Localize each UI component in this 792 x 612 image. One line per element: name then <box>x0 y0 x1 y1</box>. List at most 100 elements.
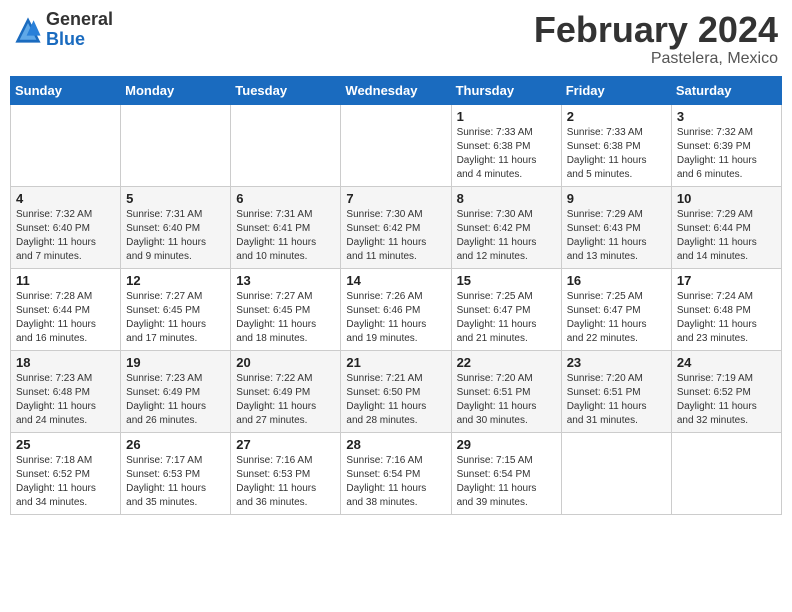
logo: General Blue <box>14 10 113 50</box>
day-info: Sunrise: 7:31 AM Sunset: 6:41 PM Dayligh… <box>236 208 335 264</box>
calendar-cell <box>121 104 231 186</box>
calendar-cell: 21Sunrise: 7:21 AM Sunset: 6:50 PM Dayli… <box>341 350 451 432</box>
day-number: 8 <box>457 191 556 206</box>
weekday-header-friday: Friday <box>561 76 671 104</box>
day-number: 15 <box>457 273 556 288</box>
day-number: 11 <box>16 273 115 288</box>
calendar-week-1: 1 Sunrise: 7:33 AM Sunset: 6:38 PM Daylig… <box>11 104 782 186</box>
calendar-cell <box>231 104 341 186</box>
day-info: Sunrise: 7:27 AM Sunset: 6:45 PM Dayligh… <box>126 290 225 346</box>
day-info: Sunrise: 7:18 AM Sunset: 6:52 PM Dayligh… <box>16 454 115 510</box>
logo-blue-text: Blue <box>46 30 113 50</box>
calendar-cell: 6 Sunrise: 7:31 AM Sunset: 6:41 PM Daylig… <box>231 186 341 268</box>
calendar-cell: 18 Sunrise: 7:23 AM Sunset: 6:48 PM Dayli… <box>11 350 121 432</box>
day-number: 26 <box>126 437 225 452</box>
day-info: Sunrise: 7:15 AM Sunset: 6:54 PM Dayligh… <box>457 454 556 510</box>
day-number: 22 <box>457 355 556 370</box>
day-info: Sunrise: 7:17 AM Sunset: 6:53 PM Dayligh… <box>126 454 225 510</box>
calendar-cell <box>671 432 781 514</box>
day-info: Sunrise: 7:26 AM Sunset: 6:46 PM Dayligh… <box>346 290 445 346</box>
day-info: Sunrise: 7:31 AM Sunset: 6:40 PM Dayligh… <box>126 208 225 264</box>
calendar-cell: 10 Sunrise: 7:29 AM Sunset: 6:44 PM Dayli… <box>671 186 781 268</box>
day-number: 17 <box>677 273 776 288</box>
day-number: 24 <box>677 355 776 370</box>
calendar-cell: 5 Sunrise: 7:31 AM Sunset: 6:40 PM Daylig… <box>121 186 231 268</box>
day-number: 12 <box>126 273 225 288</box>
day-info: Sunrise: 7:25 AM Sunset: 6:47 PM Dayligh… <box>567 290 666 346</box>
calendar-cell: 3Sunrise: 7:32 AM Sunset: 6:39 PM Daylig… <box>671 104 781 186</box>
day-number: 1 <box>457 109 556 124</box>
calendar-cell: 15Sunrise: 7:25 AM Sunset: 6:47 PM Dayli… <box>451 268 561 350</box>
calendar-table: SundayMondayTuesdayWednesdayThursdayFrid… <box>10 76 782 515</box>
day-number: 29 <box>457 437 556 452</box>
weekday-header-monday: Monday <box>121 76 231 104</box>
day-number: 21 <box>346 355 445 370</box>
day-info: Sunrise: 7:20 AM Sunset: 6:51 PM Dayligh… <box>457 372 556 428</box>
calendar-week-4: 18 Sunrise: 7:23 AM Sunset: 6:48 PM Dayli… <box>11 350 782 432</box>
day-number: 18 <box>16 355 115 370</box>
calendar-cell: 13Sunrise: 7:27 AM Sunset: 6:45 PM Dayli… <box>231 268 341 350</box>
day-number: 2 <box>567 109 666 124</box>
calendar-cell: 20 Sunrise: 7:22 AM Sunset: 6:49 PM Dayli… <box>231 350 341 432</box>
calendar-cell: 27 Sunrise: 7:16 AM Sunset: 6:53 PM Dayli… <box>231 432 341 514</box>
day-info: Sunrise: 7:30 AM Sunset: 6:42 PM Dayligh… <box>457 208 556 264</box>
calendar-cell: 1 Sunrise: 7:33 AM Sunset: 6:38 PM Daylig… <box>451 104 561 186</box>
day-info: Sunrise: 7:29 AM Sunset: 6:44 PM Dayligh… <box>677 208 776 264</box>
weekday-header-thursday: Thursday <box>451 76 561 104</box>
day-info: Sunrise: 7:24 AM Sunset: 6:48 PM Dayligh… <box>677 290 776 346</box>
calendar-cell: 28Sunrise: 7:16 AM Sunset: 6:54 PM Dayli… <box>341 432 451 514</box>
day-number: 10 <box>677 191 776 206</box>
day-number: 20 <box>236 355 335 370</box>
calendar-cell: 23 Sunrise: 7:20 AM Sunset: 6:51 PM Dayli… <box>561 350 671 432</box>
weekday-header-sunday: Sunday <box>11 76 121 104</box>
day-number: 25 <box>16 437 115 452</box>
day-info: Sunrise: 7:23 AM Sunset: 6:49 PM Dayligh… <box>126 372 225 428</box>
day-info: Sunrise: 7:23 AM Sunset: 6:48 PM Dayligh… <box>16 372 115 428</box>
day-info: Sunrise: 7:33 AM Sunset: 6:38 PM Dayligh… <box>567 126 666 182</box>
day-number: 5 <box>126 191 225 206</box>
calendar-cell <box>11 104 121 186</box>
calendar-week-2: 4Sunrise: 7:32 AM Sunset: 6:40 PM Daylig… <box>11 186 782 268</box>
day-number: 14 <box>346 273 445 288</box>
location: Pastelera, Mexico <box>534 50 778 68</box>
day-info: Sunrise: 7:29 AM Sunset: 6:43 PM Dayligh… <box>567 208 666 264</box>
calendar-cell: 9 Sunrise: 7:29 AM Sunset: 6:43 PM Daylig… <box>561 186 671 268</box>
day-info: Sunrise: 7:32 AM Sunset: 6:39 PM Dayligh… <box>677 126 776 182</box>
calendar-week-3: 11Sunrise: 7:28 AM Sunset: 6:44 PM Dayli… <box>11 268 782 350</box>
day-number: 7 <box>346 191 445 206</box>
weekday-header-row: SundayMondayTuesdayWednesdayThursdayFrid… <box>11 76 782 104</box>
day-number: 13 <box>236 273 335 288</box>
calendar-cell: 8 Sunrise: 7:30 AM Sunset: 6:42 PM Daylig… <box>451 186 561 268</box>
day-number: 16 <box>567 273 666 288</box>
month-title: February 2024 <box>534 10 778 50</box>
day-number: 27 <box>236 437 335 452</box>
weekday-header-wednesday: Wednesday <box>341 76 451 104</box>
day-info: Sunrise: 7:30 AM Sunset: 6:42 PM Dayligh… <box>346 208 445 264</box>
calendar-cell: 26 Sunrise: 7:17 AM Sunset: 6:53 PM Dayli… <box>121 432 231 514</box>
day-number: 6 <box>236 191 335 206</box>
day-info: Sunrise: 7:16 AM Sunset: 6:53 PM Dayligh… <box>236 454 335 510</box>
day-info: Sunrise: 7:20 AM Sunset: 6:51 PM Dayligh… <box>567 372 666 428</box>
title-block: February 2024 Pastelera, Mexico <box>534 10 778 68</box>
calendar-cell <box>341 104 451 186</box>
page-header: General Blue February 2024 Pastelera, Me… <box>10 10 782 68</box>
day-info: Sunrise: 7:33 AM Sunset: 6:38 PM Dayligh… <box>457 126 556 182</box>
day-info: Sunrise: 7:32 AM Sunset: 6:40 PM Dayligh… <box>16 208 115 264</box>
calendar-week-5: 25 Sunrise: 7:18 AM Sunset: 6:52 PM Dayli… <box>11 432 782 514</box>
day-info: Sunrise: 7:19 AM Sunset: 6:52 PM Dayligh… <box>677 372 776 428</box>
weekday-header-tuesday: Tuesday <box>231 76 341 104</box>
day-number: 23 <box>567 355 666 370</box>
calendar-cell: 17 Sunrise: 7:24 AM Sunset: 6:48 PM Dayli… <box>671 268 781 350</box>
weekday-header-saturday: Saturday <box>671 76 781 104</box>
calendar-cell <box>561 432 671 514</box>
calendar-cell: 12 Sunrise: 7:27 AM Sunset: 6:45 PM Dayli… <box>121 268 231 350</box>
day-number: 19 <box>126 355 225 370</box>
day-number: 28 <box>346 437 445 452</box>
calendar-cell: 16 Sunrise: 7:25 AM Sunset: 6:47 PM Dayli… <box>561 268 671 350</box>
day-number: 9 <box>567 191 666 206</box>
calendar-cell: 11Sunrise: 7:28 AM Sunset: 6:44 PM Dayli… <box>11 268 121 350</box>
calendar-cell: 29 Sunrise: 7:15 AM Sunset: 6:54 PM Dayli… <box>451 432 561 514</box>
calendar-cell: 2 Sunrise: 7:33 AM Sunset: 6:38 PM Daylig… <box>561 104 671 186</box>
day-info: Sunrise: 7:22 AM Sunset: 6:49 PM Dayligh… <box>236 372 335 428</box>
calendar-cell: 25 Sunrise: 7:18 AM Sunset: 6:52 PM Dayli… <box>11 432 121 514</box>
